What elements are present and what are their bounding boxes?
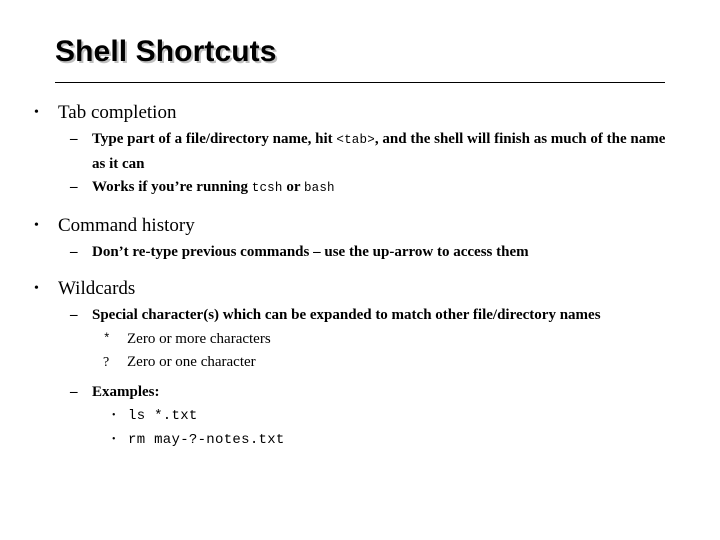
example-command-rm: • rm may-?-notes.txt <box>112 428 720 452</box>
sub-sub-bullet-text: Zero or more characters <box>127 330 271 347</box>
inline-code-tcsh: tcsh <box>251 181 283 195</box>
dash-bullet-icon: – <box>70 243 78 260</box>
inline-code-tab: <tab> <box>336 133 375 147</box>
sub-bullet-text: Examples: <box>92 383 160 400</box>
asterisk-bullet-icon: * <box>103 331 111 346</box>
question-mark-bullet-icon: ? <box>103 355 110 370</box>
slide: Shell Shortcuts • Tab completion – Type … <box>0 0 720 540</box>
sub-bullet-type-part: – Type part of a file/directory name, hi… <box>70 128 720 176</box>
bullet-dot-icon: • <box>112 410 116 421</box>
example-command-ls: • ls *.txt <box>112 404 720 428</box>
sub-bullet-text: Special character(s) which can be expand… <box>92 307 601 323</box>
page-title: Shell Shortcuts <box>55 35 277 68</box>
dash-bullet-icon: – <box>70 307 78 323</box>
bullet-dot-icon: • <box>34 105 39 120</box>
dash-bullet-icon: – <box>70 179 78 195</box>
sub-sub-bullet-star: * Zero or more characters <box>103 328 720 352</box>
example-command-text: ls *.txt <box>128 408 198 424</box>
sub-bullet-text: Type part of a file/directory name, hit … <box>92 128 680 176</box>
dash-bullet-icon: – <box>70 131 78 147</box>
bullet-command-history: • Command history <box>34 213 720 239</box>
section-heading-label: Tab completion <box>58 102 177 123</box>
sub-bullet-text: Don’t re-type previous commands – use th… <box>92 243 529 260</box>
text-prefix: Works if you’re running <box>92 179 252 195</box>
bullet-wildcards: • Wildcards <box>34 276 720 302</box>
section-heading-label: Wildcards <box>58 278 136 299</box>
sub-bullet-examples: – Examples: <box>70 381 720 405</box>
sub-bullet-dont-retype: – Don’t re-type previous commands – use … <box>70 241 720 265</box>
text-prefix: Type part of a file/directory name, hit <box>92 131 337 147</box>
sub-bullet-works-if: – Works if you’re running tcsh or bash <box>70 176 720 201</box>
text-middle: or <box>282 179 304 195</box>
slide-title-area: Shell Shortcuts <box>0 34 720 86</box>
inline-code-bash: bash <box>303 181 335 195</box>
sub-bullet-text: Works if you’re running tcsh or bash <box>92 176 680 201</box>
dash-bullet-icon: – <box>70 383 78 400</box>
bullet-tab-completion: • Tab completion <box>34 100 720 126</box>
bullet-dot-icon: • <box>34 281 39 296</box>
sub-bullet-special-characters: – Special character(s) which can be expa… <box>70 304 720 328</box>
sub-sub-bullet-question: ? Zero or one character <box>103 351 720 375</box>
section-heading-label: Command history <box>58 214 195 236</box>
slide-body: • Tab completion – Type part of a file/d… <box>0 100 720 452</box>
sub-sub-bullet-text: Zero or one character <box>127 354 256 370</box>
bullet-dot-icon: • <box>112 434 116 445</box>
bullet-dot-icon: • <box>34 217 39 233</box>
title-divider <box>55 82 665 83</box>
example-command-text: rm may-?-notes.txt <box>128 432 285 448</box>
